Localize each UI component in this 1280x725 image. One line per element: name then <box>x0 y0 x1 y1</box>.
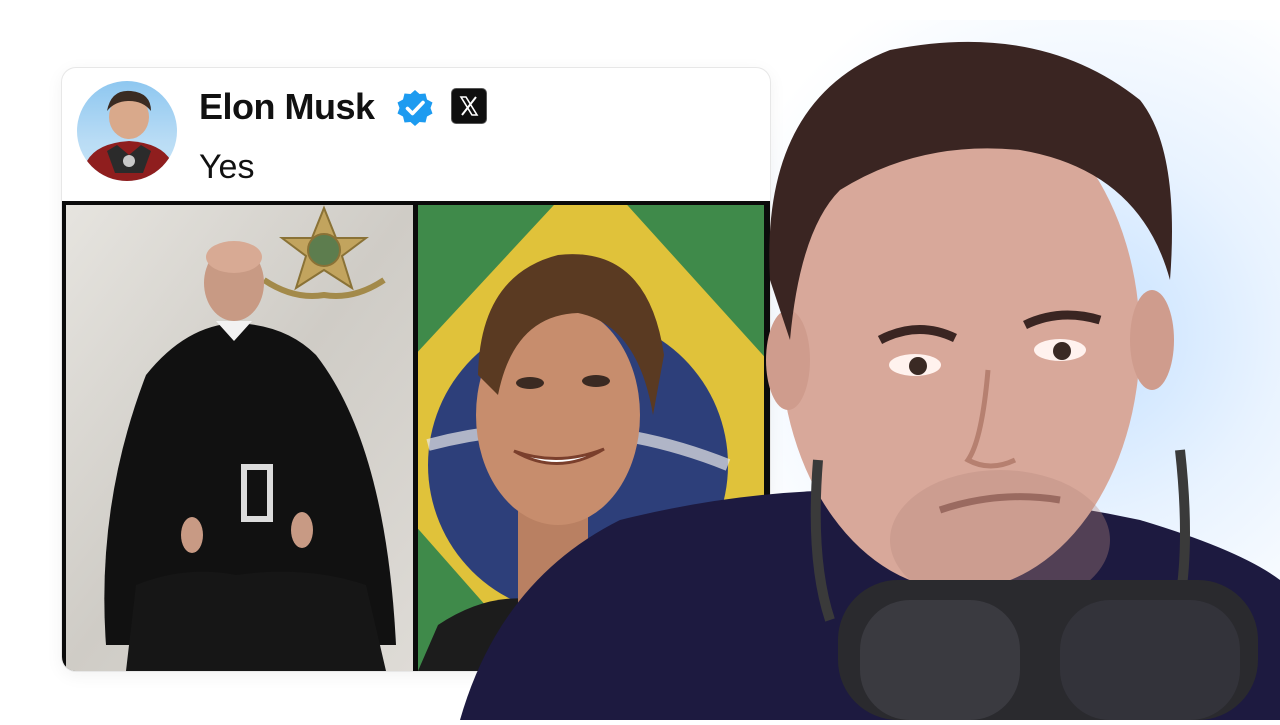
streamer-webcam <box>440 20 1280 720</box>
author-avatar[interactable] <box>77 81 177 181</box>
streamer-portrait-icon <box>460 41 1280 720</box>
verified-badge-icon <box>397 90 433 126</box>
avatar-portrait-icon <box>85 90 173 181</box>
tweet-text: Yes <box>199 148 255 186</box>
photo-robed-judge[interactable] <box>66 205 413 671</box>
author-name[interactable]: Elon Musk <box>199 86 375 128</box>
judge-photo-icon <box>66 205 413 671</box>
